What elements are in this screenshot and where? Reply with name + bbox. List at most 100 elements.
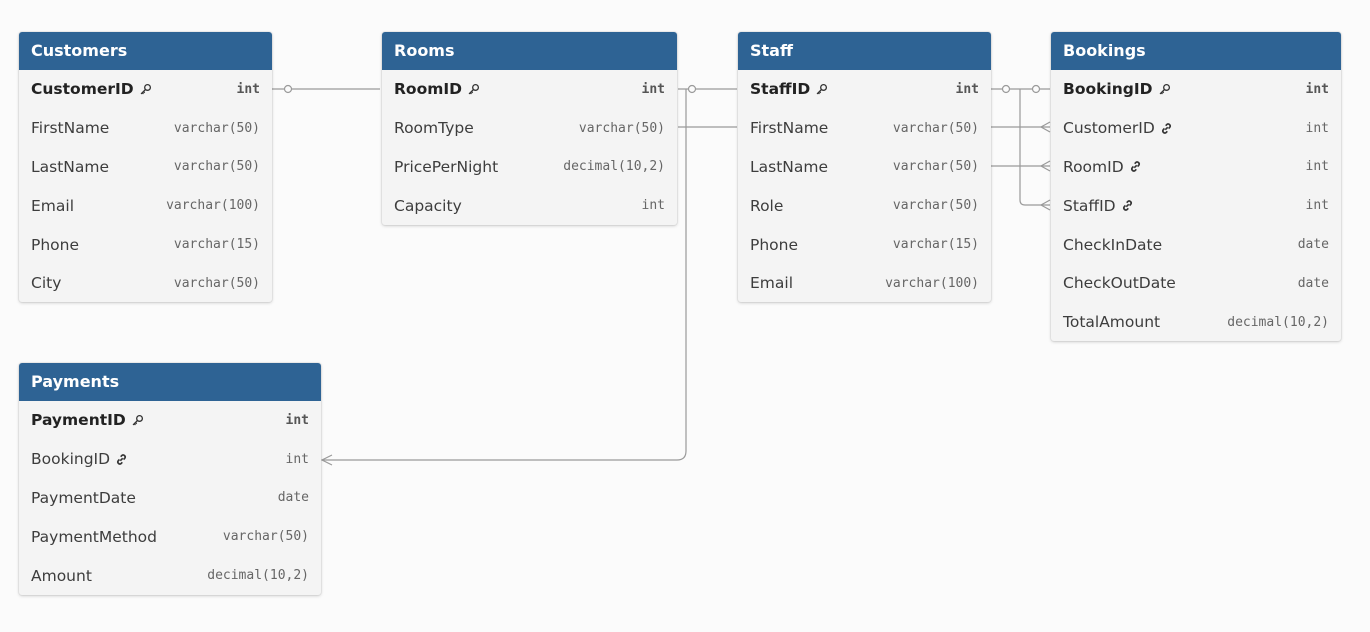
column-name-label: FirstName: [31, 119, 110, 138]
key-icon: [815, 83, 828, 96]
column-name-label: LastName: [31, 157, 110, 176]
column-type: int: [1305, 120, 1329, 136]
table-row[interactable]: BookingID int: [1051, 70, 1341, 109]
column-type: varchar(50): [222, 529, 309, 545]
table-row[interactable]: Email varchar(100): [19, 186, 272, 225]
column-name: RoomID: [394, 80, 480, 98]
table-rooms[interactable]: Rooms RoomID int RoomType varchar(50) PriceP…: [382, 32, 677, 225]
column-name-label: StaffID: [750, 80, 811, 99]
table-row[interactable]: PaymentMethod varchar(50): [19, 517, 321, 556]
column-name-label: Email: [31, 196, 75, 215]
column-type: varchar(50): [578, 120, 665, 136]
column-name: BookingID: [1063, 80, 1171, 98]
er-diagram-canvas: Customers CustomerID int FirstName varchar(…: [0, 0, 1370, 632]
column-name: LastName: [750, 158, 828, 176]
column-type: date: [277, 490, 309, 506]
column-type: int: [1305, 198, 1329, 214]
table-header: Rooms: [382, 32, 677, 70]
column-list: PaymentID int BookingID int PaymentDate date P…: [19, 401, 321, 595]
table-row[interactable]: City varchar(50): [19, 264, 272, 302]
column-type: decimal(10,2): [563, 159, 665, 175]
table-row[interactable]: PricePerNight decimal(10,2): [382, 148, 677, 187]
column-name: StaffID: [750, 80, 828, 98]
column-type: date: [1297, 275, 1329, 291]
table-row[interactable]: PaymentDate date: [19, 479, 321, 518]
table-row[interactable]: BookingID int: [19, 440, 321, 479]
column-name: PaymentDate: [31, 489, 136, 507]
table-row[interactable]: Phone varchar(15): [738, 225, 991, 264]
column-name-label: RoomID: [394, 80, 463, 99]
column-type: int: [641, 198, 665, 214]
table-row[interactable]: PaymentID int: [19, 401, 321, 440]
column-name: Capacity: [394, 197, 462, 215]
table-row[interactable]: LastName varchar(50): [19, 148, 272, 187]
table-row[interactable]: StaffID int: [1051, 186, 1341, 225]
table-row[interactable]: RoomID int: [382, 70, 677, 109]
link-icon: [1121, 199, 1134, 212]
column-type: int: [641, 81, 665, 97]
table-row[interactable]: CustomerID int: [1051, 109, 1341, 148]
table-row[interactable]: Phone varchar(15): [19, 225, 272, 264]
table-row[interactable]: RoomType varchar(50): [382, 109, 677, 148]
key-icon: [139, 83, 152, 96]
column-name: Role: [750, 197, 783, 215]
column-name: TotalAmount: [1063, 313, 1160, 331]
column-name-label: Capacity: [394, 196, 462, 215]
table-staff[interactable]: Staff StaffID int FirstName varchar(50) Last…: [738, 32, 991, 302]
table-row[interactable]: CheckInDate date: [1051, 225, 1341, 264]
column-name: CustomerID: [31, 80, 152, 98]
column-type: int: [285, 451, 309, 467]
table-row[interactable]: Role varchar(50): [738, 186, 991, 225]
column-type: varchar(50): [892, 159, 979, 175]
column-name-label: Amount: [31, 566, 92, 585]
column-name: RoomID: [1063, 158, 1142, 176]
connector-many-marker: [1039, 160, 1051, 172]
column-type: date: [1297, 237, 1329, 253]
table-row[interactable]: FirstName varchar(50): [738, 109, 991, 148]
table-payments[interactable]: Payments PaymentID int BookingID int Payment…: [19, 363, 321, 595]
table-row[interactable]: RoomID int: [1051, 148, 1341, 187]
key-icon: [1158, 83, 1171, 96]
table-row[interactable]: StaffID int: [738, 70, 991, 109]
column-type: varchar(100): [885, 275, 979, 291]
column-type: int: [285, 412, 309, 428]
column-name-label: BookingID: [31, 450, 111, 469]
table-row[interactable]: FirstName varchar(50): [19, 109, 272, 148]
table-row[interactable]: Email varchar(100): [738, 264, 991, 302]
column-name: Email: [31, 197, 74, 215]
column-name-label: PaymentID: [31, 411, 126, 430]
column-name-label: BookingID: [1063, 80, 1153, 99]
column-type: decimal(10,2): [207, 568, 309, 584]
table-row[interactable]: CustomerID int: [19, 70, 272, 109]
column-name-label: Role: [750, 196, 784, 215]
column-type: varchar(100): [166, 198, 260, 214]
column-type: varchar(15): [173, 237, 260, 253]
table-row[interactable]: Capacity int: [382, 186, 677, 225]
column-name-label: PaymentDate: [31, 488, 136, 507]
column-name-label: RoomID: [1063, 157, 1124, 176]
link-icon: [1129, 160, 1142, 173]
table-bookings[interactable]: Bookings BookingID int CustomerID int RoomID…: [1051, 32, 1341, 341]
column-name: StaffID: [1063, 197, 1134, 215]
column-name: RoomType: [394, 119, 474, 137]
table-customers[interactable]: Customers CustomerID int FirstName varchar(…: [19, 32, 272, 302]
column-name-label: CheckInDate: [1063, 235, 1163, 254]
connector-many-marker: [1039, 121, 1051, 133]
link-icon: [115, 453, 128, 466]
column-name-label: PricePerNight: [394, 157, 499, 176]
column-name-label: CustomerID: [31, 80, 134, 99]
column-name: City: [31, 274, 61, 292]
table-row[interactable]: LastName varchar(50): [738, 148, 991, 187]
column-name-label: StaffID: [1063, 196, 1116, 215]
column-type: int: [236, 81, 260, 97]
column-type: varchar(50): [892, 198, 979, 214]
connector-many-marker: [1039, 199, 1051, 211]
table-header: Customers: [19, 32, 272, 70]
key-icon: [467, 83, 480, 96]
column-name: FirstName: [750, 119, 828, 137]
column-type: varchar(50): [173, 275, 260, 291]
column-name-label: Phone: [750, 235, 799, 254]
table-row[interactable]: TotalAmount decimal(10,2): [1051, 303, 1341, 341]
table-row[interactable]: CheckOutDate date: [1051, 264, 1341, 303]
table-row[interactable]: Amount decimal(10,2): [19, 556, 321, 595]
